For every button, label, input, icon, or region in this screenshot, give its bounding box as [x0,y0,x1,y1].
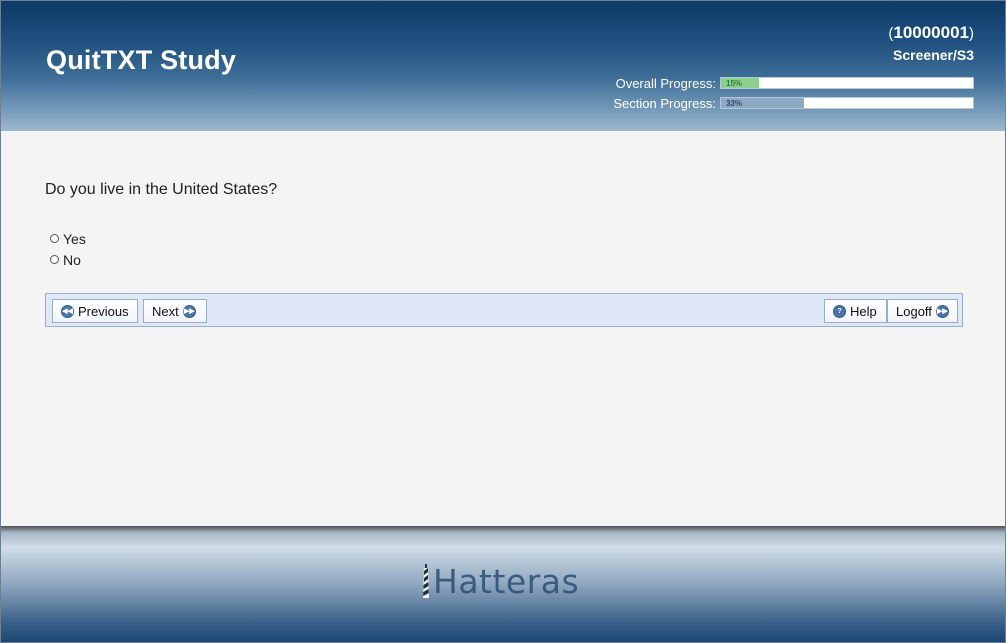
participant-id: (10000001) [888,23,974,43]
section-progress-label: Section Progress: [613,95,716,111]
participant-id-value: 10000001 [893,23,969,42]
participant-id-close: ) [969,25,974,42]
help-button[interactable]: ? Help [824,299,887,323]
fast-forward-icon: ▶▶ [935,304,949,318]
next-button-label: Next [152,303,179,319]
option-no[interactable]: No [50,249,86,270]
overall-progress-bar: 15% [720,77,974,89]
app-frame: QuitTXT Study (10000001) Screener/S3 Ove… [0,0,1006,643]
previous-button[interactable]: ◀◀ Previous [52,299,138,323]
question-text: Do you live in the United States? [45,181,278,198]
next-button[interactable]: Next ▶▶ [143,299,207,323]
study-title: QuitTXT Study [46,45,237,75]
answer-options: Yes No [50,228,86,270]
lighthouse-icon [423,564,429,598]
logoff-button[interactable]: Logoff ▶▶ [887,299,958,323]
help-icon: ? [833,304,846,318]
fast-forward-icon: ▶▶ [182,304,196,318]
help-button-label: Help [850,303,877,319]
page-footer: Hatteras [1,526,1005,642]
option-yes-label: Yes [63,230,86,247]
overall-progress: Overall Progress: 15% [615,75,974,91]
navigation-bar: ◀◀ Previous Next ▶▶ ? Help Logoff ▶▶ [45,293,963,327]
previous-button-label: Previous [78,303,129,319]
section-progress-bar: 33% [720,97,974,109]
page-header: QuitTXT Study (10000001) Screener/S3 Ove… [1,1,1005,131]
radio-yes[interactable] [50,234,59,243]
section-progress-percent: 33% [726,99,743,108]
overall-progress-percent: 15% [726,79,743,88]
hatteras-logo: Hatteras [421,561,579,601]
screen-name: Screener/S3 [893,47,974,63]
logo-text: Hatteras [433,561,580,601]
logoff-button-label: Logoff [896,303,932,319]
radio-no[interactable] [50,255,59,264]
overall-progress-label: Overall Progress: [615,75,716,91]
option-yes[interactable]: Yes [50,228,86,249]
rewind-icon: ◀◀ [61,304,74,318]
option-no-label: No [63,251,81,268]
section-progress: Section Progress: 33% [613,95,974,111]
